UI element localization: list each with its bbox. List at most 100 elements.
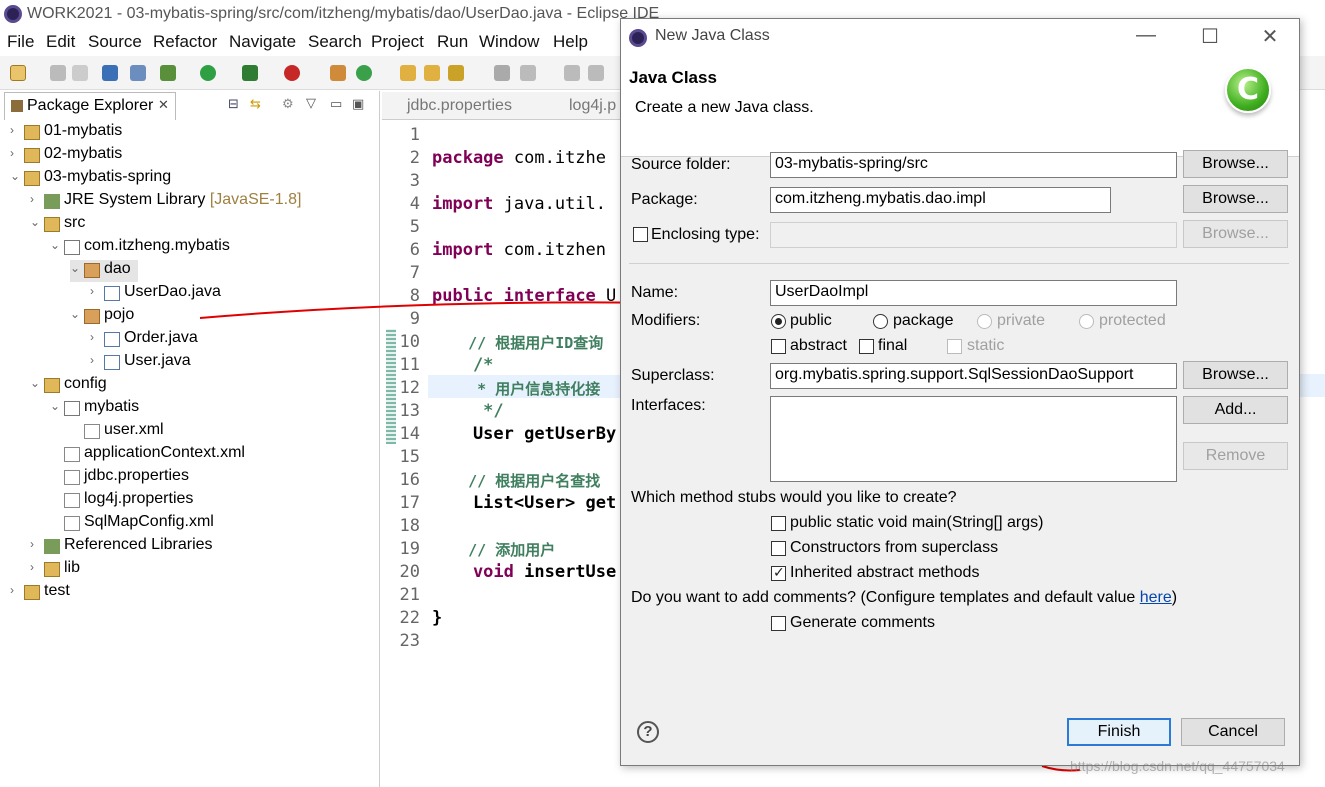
chevron-right-icon[interactable]: › xyxy=(90,330,102,344)
chevron-down-icon[interactable]: ⌄ xyxy=(70,261,82,275)
line-number: 16 xyxy=(399,470,420,490)
line-number: 6 xyxy=(409,240,420,260)
menu-run[interactable]: Run xyxy=(437,32,468,52)
menu-help[interactable]: Help xyxy=(553,32,588,52)
stub-inherited-checkbox[interactable] xyxy=(771,564,786,581)
toggle-icon[interactable] xyxy=(564,65,580,81)
enclosing-type-checkbox[interactable] xyxy=(633,227,648,242)
chevron-right-icon[interactable]: › xyxy=(30,560,42,574)
stub-constructors-checkbox[interactable] xyxy=(771,541,786,556)
close-icon[interactable]: ✕ xyxy=(158,97,169,113)
browse-package-button[interactable]: Browse... xyxy=(1183,185,1288,213)
code-line: List<User> get xyxy=(432,493,617,513)
line-number: 19 xyxy=(399,539,420,559)
add-interface-button[interactable]: Add... xyxy=(1183,396,1288,424)
line-number: 11 xyxy=(399,355,420,375)
tab-package-explorer[interactable]: Package Explorer ✕ xyxy=(4,92,176,120)
chevron-down-icon[interactable]: ⌄ xyxy=(50,399,62,413)
stub-main-label: public static void main(String[] args) xyxy=(790,514,1044,531)
chevron-right-icon[interactable]: › xyxy=(90,353,102,367)
console-icon[interactable] xyxy=(102,65,118,81)
chevron-right-icon[interactable]: › xyxy=(10,146,22,160)
open-type-icon[interactable] xyxy=(400,65,416,81)
chevron-right-icon[interactable]: › xyxy=(90,284,102,298)
menu-navigate[interactable]: Navigate xyxy=(229,32,296,52)
xml-file-icon xyxy=(84,424,100,439)
chevron-down-icon[interactable]: ⌄ xyxy=(30,376,42,390)
chevron-right-icon[interactable]: › xyxy=(10,583,22,597)
menu-window[interactable]: Window xyxy=(479,32,539,52)
modifier-final-checkbox[interactable] xyxy=(859,339,874,354)
format-icon[interactable] xyxy=(588,65,604,81)
run-icon[interactable] xyxy=(200,65,216,81)
stub-main-checkbox[interactable] xyxy=(771,516,786,531)
class-name-field[interactable]: UserDaoImpl xyxy=(770,280,1177,306)
modifier-private-radio xyxy=(977,314,992,329)
save-icon[interactable] xyxy=(50,65,66,81)
code-comment: * 用户信息持化接 xyxy=(432,380,601,398)
package-field[interactable]: com.itzheng.mybatis.dao.impl xyxy=(770,187,1111,213)
configure-templates-link[interactable]: here xyxy=(1140,589,1172,606)
browse-source-folder-button[interactable]: Browse... xyxy=(1183,150,1288,178)
maximize-window-icon[interactable]: ☐ xyxy=(1195,24,1225,49)
view-menu-icon[interactable]: ▽ xyxy=(306,95,316,111)
menu-project[interactable]: Project xyxy=(371,32,424,52)
tab-log4j-properties[interactable]: log4j.p xyxy=(569,97,616,115)
modifier-abstract-checkbox[interactable] xyxy=(771,339,786,354)
close-window-icon[interactable]: ✕ xyxy=(1255,24,1285,49)
modifier-static-label: static xyxy=(967,337,1005,354)
generate-comments-checkbox[interactable] xyxy=(771,616,786,631)
filter-icon[interactable]: ⚙ xyxy=(282,96,294,112)
modifier-public-label: public xyxy=(790,312,832,329)
menu-edit[interactable]: Edit xyxy=(46,32,75,52)
chevron-right-icon[interactable]: › xyxy=(30,192,42,206)
chevron-down-icon[interactable]: ⌄ xyxy=(70,307,82,321)
new-class-wizard-icon: C xyxy=(1225,67,1271,113)
new-class-icon[interactable] xyxy=(356,65,372,81)
menu-refactor[interactable]: Refactor xyxy=(153,32,217,52)
cancel-button[interactable]: Cancel xyxy=(1181,718,1285,746)
annotation-icon[interactable] xyxy=(494,65,510,81)
chevron-down-icon[interactable]: ⌄ xyxy=(30,215,42,229)
finish-button[interactable]: Finish xyxy=(1067,718,1171,746)
coverage-icon[interactable] xyxy=(242,65,258,81)
code-comment: // 添加用户 xyxy=(432,541,556,559)
tree-item-dao[interactable]: ⌄ dao xyxy=(70,260,138,282)
menu-source[interactable]: Source xyxy=(88,32,142,52)
menu-search[interactable]: Search xyxy=(308,32,362,52)
help-icon[interactable]: ? xyxy=(637,721,659,743)
modifiers-label: Modifiers: xyxy=(631,312,701,329)
tab-jdbc-properties[interactable]: jdbc.properties xyxy=(407,97,512,115)
code-editor[interactable]: package com.itzhe import java.util. impo… xyxy=(428,121,628,787)
line-number: 15 xyxy=(399,447,420,467)
modifier-package-radio[interactable] xyxy=(873,314,888,329)
browse-superclass-button[interactable]: Browse... xyxy=(1183,361,1288,389)
minimize-icon[interactable]: ▭ xyxy=(330,96,342,112)
interfaces-list[interactable] xyxy=(770,396,1177,482)
maximize-icon[interactable]: ▣ xyxy=(352,96,364,112)
debug-icon[interactable] xyxy=(160,65,176,81)
open-folder-icon[interactable] xyxy=(424,65,440,81)
project-folder-icon xyxy=(24,585,40,600)
collapse-all-icon[interactable]: ⊟ xyxy=(228,96,239,112)
skip-breakpoints-icon[interactable] xyxy=(130,65,146,81)
chevron-right-icon[interactable]: › xyxy=(10,123,22,137)
save-all-icon[interactable] xyxy=(72,65,88,81)
new-package-icon[interactable] xyxy=(330,65,346,81)
chevron-down-icon[interactable]: ⌄ xyxy=(10,169,22,183)
pin-icon[interactable] xyxy=(520,65,536,81)
new-icon[interactable] xyxy=(10,65,26,81)
modifier-public-radio[interactable] xyxy=(771,314,786,329)
superclass-field[interactable]: org.mybatis.spring.support.SqlSessionDao… xyxy=(770,363,1177,389)
source-folder-field[interactable]: 03-mybatis-spring/src xyxy=(770,152,1177,178)
link-editor-icon[interactable]: ⇆ xyxy=(250,96,261,112)
external-tools-icon[interactable] xyxy=(284,65,300,81)
code-line: package com.itzhe xyxy=(432,148,607,168)
remove-interface-button: Remove xyxy=(1183,442,1288,470)
minimize-window-icon[interactable]: — xyxy=(1131,24,1161,47)
chevron-right-icon[interactable]: › xyxy=(30,537,42,551)
chevron-down-icon[interactable]: ⌄ xyxy=(50,238,62,252)
search-tool-icon[interactable] xyxy=(448,65,464,81)
line-number: 21 xyxy=(399,585,420,605)
menu-file[interactable]: File xyxy=(7,32,34,52)
